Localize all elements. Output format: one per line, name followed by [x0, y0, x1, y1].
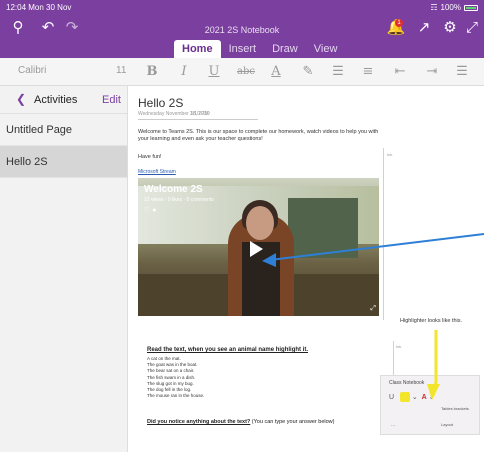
back-chevron-icon[interactable]: ❮: [16, 92, 26, 106]
font-color-button[interactable]: A: [266, 62, 286, 82]
notification-badge: 1: [395, 19, 403, 27]
status-clock: 12:04: [6, 3, 27, 12]
page-item-hello-2s[interactable]: Hello 2S: [0, 146, 127, 178]
fullscreen-video-icon[interactable]: ⤢: [370, 305, 376, 313]
mini-font-color-icon: A: [421, 393, 427, 401]
ribbon-tabs: Home Insert Draw View: [174, 40, 345, 58]
battery-icon: [464, 4, 478, 11]
highlighter-note[interactable]: Highlighter looks like this.: [400, 318, 462, 324]
ink-margin-line: [383, 148, 384, 320]
video-title: Welcome 2S: [144, 184, 203, 195]
mini-toolbar-icons: U ⌄ A ⌄: [389, 392, 435, 402]
bold-button[interactable]: B: [142, 62, 162, 82]
page-canvas[interactable]: Hello 2S Wednesday November 18, 2020 3:1…: [129, 86, 484, 452]
page-item-untitled[interactable]: Untitled Page: [0, 114, 127, 146]
status-date: Mon 30 Nov: [28, 3, 72, 12]
underline-button[interactable]: U: [204, 62, 224, 82]
numbered-list-icon[interactable]: ≡: [358, 62, 378, 82]
page-title[interactable]: Hello 2S: [138, 96, 183, 110]
notice-question-hint: (You can type your answer below): [250, 419, 335, 425]
italic-button[interactable]: I: [174, 62, 194, 82]
font-size-picker[interactable]: 11: [116, 65, 126, 76]
fullscreen-icon[interactable]: ⤢: [462, 18, 482, 38]
app-header: 12:04 Mon 30 Nov ☶ 100% ⚲ ↶ ↷ 2021 2S No…: [0, 0, 484, 58]
sentence-line: The mouse ran in the house.: [147, 393, 205, 399]
tab-home[interactable]: Home: [174, 40, 221, 58]
formatting-toolbar: Calibri 11 B I U abc A ✎ ☰ ≡ ⇤ ⇥ ☰: [0, 58, 484, 86]
tab-draw[interactable]: Draw: [264, 40, 306, 58]
section-header: ❮ Activities Edit: [0, 86, 127, 114]
tab-view[interactable]: View: [306, 40, 346, 58]
highlighter-icon[interactable]: ✎: [298, 62, 318, 82]
video-like-icons[interactable]: ♡ ●: [144, 206, 156, 214]
page-time: 3:10 PM: [190, 111, 209, 117]
edit-button[interactable]: Edit: [102, 94, 121, 106]
notice-question-bold: Did you notice anything about the text?: [147, 419, 251, 425]
strikethrough-button[interactable]: abc: [236, 62, 256, 82]
microsoft-stream-link[interactable]: Microsoft Stream: [138, 169, 176, 175]
mini-toolbar-heading: Class Notebook: [389, 380, 425, 386]
greeting-text[interactable]: Have fun!: [138, 154, 162, 160]
tab-insert[interactable]: Insert: [221, 40, 265, 58]
video-embed[interactable]: Welcome 2S 12 views · 0 likes · 0 commen…: [138, 178, 379, 316]
mini-toolbar-dots: ...: [391, 422, 396, 428]
font-name-picker[interactable]: Calibri: [18, 65, 46, 76]
wifi-icon: ☶: [430, 3, 438, 12]
mini-highlighter-icon: [399, 392, 410, 402]
ink-tag-2: Ink: [396, 344, 402, 349]
notice-question[interactable]: Did you notice anything about the text? …: [147, 419, 334, 425]
video-meta: 12 views · 0 likes · 0 comments: [144, 197, 214, 203]
play-icon[interactable]: [250, 241, 263, 257]
share-icon[interactable]: ↗: [414, 18, 434, 38]
indent-icon[interactable]: ⇥: [422, 62, 442, 82]
gear-icon[interactable]: ⚙: [440, 18, 460, 38]
mini-toolbar-row2: Layout: [441, 422, 454, 427]
outdent-icon[interactable]: ⇤: [390, 62, 410, 82]
status-time: 12:04 Mon 30 Nov: [6, 3, 71, 12]
battery-percent: 100%: [440, 3, 461, 12]
video-face: [246, 206, 274, 240]
section-name: Activities: [34, 94, 78, 106]
sentence-list[interactable]: A cat on the mat. The goat was in the bo…: [147, 356, 204, 399]
align-icon[interactable]: ☰: [452, 62, 472, 82]
ink-tag: Ink: [387, 152, 393, 157]
page-navigation: ❮ Activities Edit Untitled Page Hello 2S: [0, 86, 128, 452]
notebook-title: 2021 2S Notebook: [204, 25, 280, 35]
mini-toolbar-row1: Tables brackets: [441, 406, 469, 411]
bullet-list-icon[interactable]: ☰: [328, 62, 348, 82]
title-underline: [138, 119, 258, 120]
highlighter-example-screenshot: Class Notebook U ⌄ A ⌄ Tables brackets L…: [380, 375, 480, 435]
status-indicators: ☶ 100%: [430, 3, 478, 12]
notification-bell-icon[interactable]: 🔔 1: [386, 18, 406, 38]
video-shelf: [288, 198, 358, 258]
read-instruction[interactable]: Read the text, when you see an animal na…: [147, 347, 308, 353]
intro-paragraph[interactable]: Welcome to Teams 2S. This is our space t…: [138, 129, 388, 143]
